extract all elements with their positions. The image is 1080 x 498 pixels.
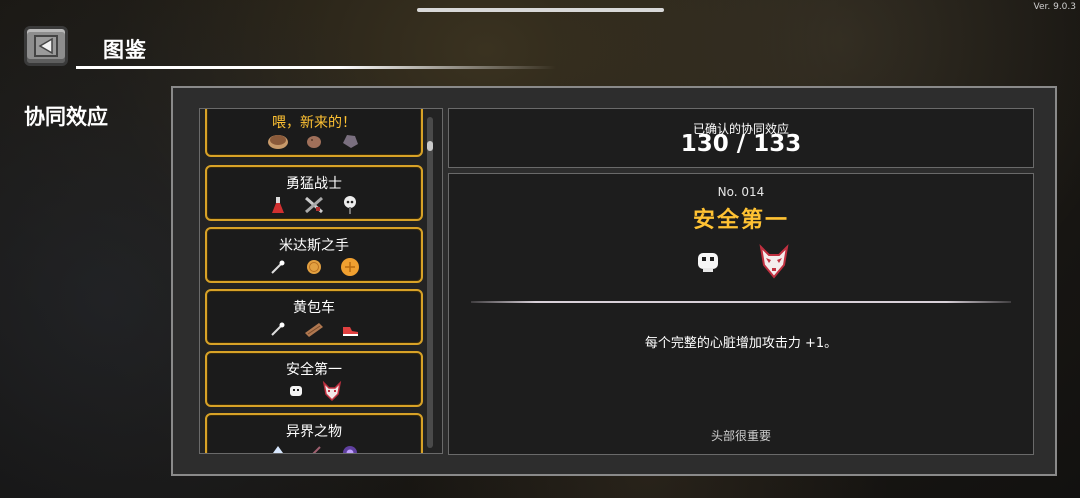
home-indicator xyxy=(417,8,664,12)
red-sneaker-icon xyxy=(343,327,358,336)
synergy-title: 安全第一 xyxy=(692,208,789,233)
synergy-description: 每个完整的心脏增加攻击力 +1。 xyxy=(644,336,838,351)
synergy-card[interactable]: 黄包车 xyxy=(205,289,423,345)
page-title: 图鉴 xyxy=(103,38,147,62)
header-underline xyxy=(76,66,556,69)
pin-icon xyxy=(271,322,285,336)
wooden-plank-icon xyxy=(305,323,323,337)
back-button[interactable] xyxy=(24,26,68,66)
synergy-flavor-text: 头部很重要 xyxy=(710,429,771,443)
synergy-count-panel: 已确认的协同效应 130 / 133 xyxy=(448,108,1034,168)
crossed-swords-icon xyxy=(305,196,323,214)
scrollbar-thumb[interactable] xyxy=(427,141,433,151)
back-arrow-icon xyxy=(34,35,58,57)
synergy-name: 米达斯之手 xyxy=(279,238,349,254)
fox-mask-icon xyxy=(322,381,342,401)
red-potion-icon xyxy=(272,197,284,213)
white-skull-icon xyxy=(290,386,302,396)
synergy-card[interactable]: 喂，新来的！ xyxy=(205,109,423,157)
synergy-card-selected[interactable]: 安全第一 xyxy=(205,351,423,407)
synergy-count-value: 130 / 133 xyxy=(680,131,802,157)
synergy-card[interactable]: 米达斯之手 xyxy=(205,227,423,283)
pin-icon xyxy=(271,260,285,274)
pie-icon xyxy=(268,135,288,149)
detail-divider xyxy=(471,301,1011,303)
synergy-number: No. 014 xyxy=(717,185,765,199)
gold-coin-icon xyxy=(307,260,321,274)
synergy-name: 异界之物 xyxy=(286,424,342,440)
stone-icon xyxy=(343,135,358,148)
synergy-detail-panel: No. 014 安全第一 每个完整的心脏增加攻击力 +1。 头部很重要 xyxy=(448,173,1034,455)
purple-orb-icon xyxy=(343,446,357,453)
wand-icon xyxy=(312,446,321,453)
fox-mask-icon xyxy=(759,244,789,279)
synergy-name: 黄包车 xyxy=(293,300,335,316)
synergy-list[interactable]: 喂，新来的！ 勇猛战士 米达斯之手 黄包车 安全第一 异界之物 xyxy=(199,108,443,454)
potato-icon xyxy=(307,136,321,148)
synergy-card[interactable]: 勇猛战士 xyxy=(205,165,423,221)
synergy-card[interactable]: 异界之物 xyxy=(205,413,423,453)
synergy-name: 喂，新来的！ xyxy=(272,115,356,131)
gold-coin-large-icon xyxy=(341,258,359,276)
white-skull-icon xyxy=(698,253,718,272)
section-title: 协同效应 xyxy=(24,105,108,129)
skull-staff-icon xyxy=(344,196,356,214)
version-label: Ver. 9.0.3 xyxy=(1033,2,1077,12)
synergy-name: 勇猛战士 xyxy=(286,176,342,192)
list-scrollbar[interactable] xyxy=(427,117,433,448)
synergy-name: 安全第一 xyxy=(286,362,342,378)
crystal-icon xyxy=(273,446,283,453)
